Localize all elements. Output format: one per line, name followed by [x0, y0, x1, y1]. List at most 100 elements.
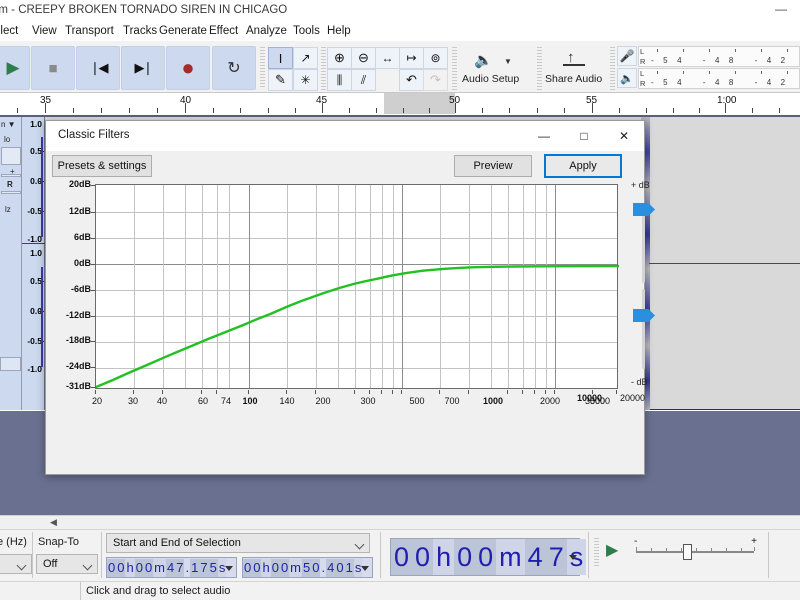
speaker-icon-2: 🔈: [620, 72, 634, 85]
fit-project-button[interactable]: ↦: [399, 47, 424, 69]
digit: 0: [279, 558, 290, 577]
play-speed-grip[interactable]: [594, 538, 599, 566]
snap-to-dropdown[interactable]: Off: [36, 554, 98, 574]
menu-item-tools[interactable]: Tools: [293, 25, 320, 37]
dialog-minimize-button[interactable]: —: [524, 121, 564, 151]
audio-setup-button[interactable]: 🔈 ▼ Audio Setup: [460, 47, 535, 91]
slider-thumb-bottom[interactable]: [633, 309, 655, 322]
selection-mode-dropdown[interactable]: Start and End of Selection: [106, 533, 370, 553]
menu-item-view[interactable]: View: [32, 25, 57, 37]
fit-selection-button[interactable]: ↔: [375, 47, 400, 69]
zoom-toggle-button[interactable]: ⊚: [423, 47, 448, 69]
frequency-response-graph: 20dB 12dB 6dB 0dB -6dB -12dB -18dB -24dB…: [53, 179, 655, 469]
multi-tool-button[interactable]: ✳: [293, 69, 318, 91]
record-button[interactable]: ●: [166, 46, 210, 90]
undo-button[interactable]: ↶: [399, 69, 424, 91]
preview-button[interactable]: Preview: [454, 155, 532, 177]
audio-position-display[interactable]: 0 0 h 0 0 m 4 7 s: [390, 538, 587, 576]
share-audio-label: Share Audio: [545, 73, 603, 85]
envelope-tool-button[interactable]: ↗: [293, 47, 318, 69]
project-rate-dropdown[interactable]: [0, 554, 32, 574]
dialog-title: Classic Filters: [58, 129, 130, 141]
play-speed-slider[interactable]: - +: [634, 536, 759, 564]
slider-thumb-top[interactable]: [633, 203, 655, 216]
menu-item-transport[interactable]: Transport: [65, 25, 114, 37]
meter-channel-l-2: L: [640, 69, 645, 78]
selection-end-time[interactable]: 0 0 h 0 0 m 5 0 . 4 0 1 s: [242, 557, 373, 578]
selection-tool-button[interactable]: I: [268, 47, 293, 69]
vruler-label-1-0-b: 1.0: [30, 248, 42, 258]
scroll-left-icon[interactable]: ◀: [50, 517, 57, 528]
digit: 0: [391, 539, 413, 575]
horizontal-scrollbar[interactable]: ◀: [0, 515, 800, 529]
redo-button[interactable]: ↷: [423, 69, 448, 91]
timeline-selection-highlight: [384, 93, 455, 114]
track-extra-control[interactable]: [1, 191, 21, 194]
graph-gain-sliders: + dB - dB: [619, 180, 675, 393]
menu-item-help[interactable]: Help: [327, 25, 351, 37]
channel-divider: [22, 243, 45, 244]
track-collapse-button[interactable]: [0, 357, 21, 371]
digit: 0: [252, 558, 262, 577]
classic-filters-dialog[interactable]: Classic Filters — □ ✕ Presets & settings…: [45, 120, 656, 590]
track-gain-slider[interactable]: [1, 147, 21, 165]
playback-meter-button[interactable]: 🔈: [617, 68, 637, 88]
meter-channel-r: R: [640, 57, 646, 66]
project-rate-label: e (Hz): [0, 536, 27, 548]
digit: 1: [190, 558, 200, 577]
slider-track-bottom[interactable]: [642, 289, 645, 369]
playback-meter[interactable]: L R -54 -48 -42 -36 -30 -24 -18 -: [638, 68, 800, 89]
zoom-in-button[interactable]: ⊕: [327, 47, 352, 69]
play-speed-thumb[interactable]: [683, 544, 692, 560]
selection-start-time[interactable]: 0 0 h 0 0 m 4 7 . 1 7 5 s: [106, 557, 237, 578]
toolbar-grip-3[interactable]: [452, 47, 457, 91]
i-beam-icon: I: [278, 50, 283, 66]
dialog-close-button[interactable]: ✕: [604, 121, 644, 151]
unit: m: [289, 558, 303, 577]
toolbar-grip-5[interactable]: [610, 47, 615, 91]
zoom-out-button[interactable]: ⊖: [351, 47, 376, 69]
track-name-dropdown[interactable]: n ▼: [1, 120, 16, 129]
skip-to-start-button[interactable]: ❘◀: [76, 46, 120, 90]
ytick-label-neg24db: -24dB: [65, 361, 91, 371]
audio-position-dropdown-icon[interactable]: [569, 555, 577, 560]
menu-item-generate[interactable]: Generate: [159, 25, 207, 37]
menu-item-effect[interactable]: Effect: [209, 25, 238, 37]
toolbar-grip[interactable]: [260, 47, 265, 89]
menu-item-select[interactable]: elect: [0, 25, 18, 37]
timeline-ruler[interactable]: 35 40 45 50 55 1:00: [0, 93, 800, 117]
play-button[interactable]: ▶: [0, 46, 30, 90]
status-message: Click and drag to select audio: [86, 585, 231, 597]
menu-item-tracks[interactable]: Tracks: [123, 25, 157, 37]
skip-to-end-button[interactable]: ▶❘: [121, 46, 165, 90]
undo-icon: ↶: [406, 72, 417, 87]
dialog-maximize-button[interactable]: □: [564, 121, 604, 151]
time-dropdown-icon[interactable]: [225, 566, 233, 571]
track-control-panel[interactable]: n ▼ lo + R lz: [0, 117, 22, 410]
play-at-speed-button[interactable]: ▶: [606, 540, 618, 560]
share-audio-button[interactable]: ↑ Share Audio: [543, 47, 609, 91]
trim-audio-button[interactable]: ⫼: [327, 69, 352, 91]
ytick-label-0db: 0dB: [73, 258, 91, 268]
recording-meter[interactable]: L R -54 -48 -42 -36 -30 -24 -18 -: [638, 46, 800, 67]
track-pan-slider[interactable]: [1, 174, 21, 177]
digit: 4: [326, 558, 336, 577]
loop-button[interactable]: ↻: [212, 46, 256, 90]
recording-meter-button[interactable]: 🎤: [617, 46, 637, 66]
zoom-in-icon: ⊕: [334, 50, 345, 65]
toolbar-grip-4[interactable]: [537, 47, 542, 91]
draw-tool-button[interactable]: ✎: [268, 69, 293, 91]
dialog-title-bar[interactable]: Classic Filters — □ ✕: [46, 121, 644, 151]
digit: 5: [302, 558, 312, 577]
silence-audio-button[interactable]: ⫽: [351, 69, 376, 91]
time-dropdown-icon-2[interactable]: [361, 566, 369, 571]
toolbar-grip-2[interactable]: [321, 47, 326, 91]
presets-and-settings-button[interactable]: Presets & settings: [52, 155, 152, 177]
apply-button[interactable]: Apply: [544, 154, 622, 178]
window-minimize-button[interactable]: —: [768, 3, 794, 19]
stop-button[interactable]: ■: [31, 46, 75, 90]
slider-plus-db-label: + dB: [631, 180, 650, 190]
menu-item-analyze[interactable]: Analyze: [246, 25, 287, 37]
chevron-down-icon-rate: [16, 560, 27, 571]
menu-bar: elect View Transport Tracks Generate Eff…: [0, 22, 800, 41]
